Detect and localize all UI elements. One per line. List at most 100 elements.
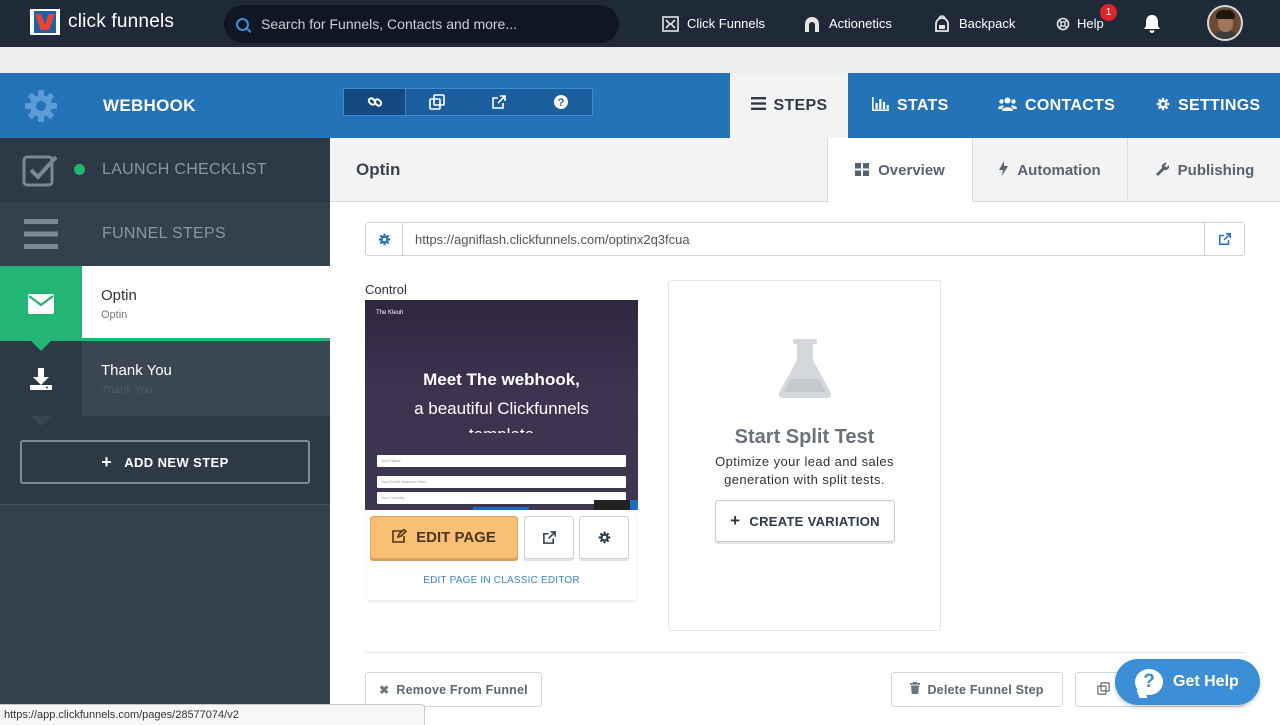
add-new-step-label: ADD NEW STEP: [124, 454, 229, 470]
tab-publishing[interactable]: Publishing: [1127, 138, 1280, 202]
remove-from-funnel-label: Remove From Funnel: [396, 682, 528, 697]
status-dot: [74, 164, 85, 175]
nav-help[interactable]: Help: [1054, 0, 1104, 47]
nav-backpack[interactable]: Backpack: [933, 0, 1015, 47]
tab-stats[interactable]: STATS: [872, 73, 949, 138]
page-settings-button[interactable]: [579, 516, 629, 559]
browser-status-url: https://app.clickfunnels.com/pages/28577…: [0, 704, 425, 725]
tab-overview[interactable]: Overview: [827, 138, 972, 203]
flask-icon: [777, 339, 833, 399]
tab-overview-label: Overview: [878, 162, 945, 179]
step-thank-you-subtitle: Thank You: [101, 384, 153, 396]
open-external-button[interactable]: [468, 89, 530, 115]
tab-steps-label: STEPS: [773, 96, 828, 114]
help-button[interactable]: ?: [530, 89, 592, 115]
preview-input-email: Your Email Address Here...: [377, 476, 626, 488]
tab-publishing-label: Publishing: [1177, 161, 1255, 179]
gear-icon: [598, 531, 610, 544]
envelope-icon: [0, 266, 82, 341]
edit-in-classic-editor-link[interactable]: EDIT PAGE IN CLASSIC EDITOR: [367, 575, 636, 586]
search-input[interactable]: [261, 16, 601, 32]
funnel-sidebar: LAUNCH CHECKLIST FUNNEL STEPS Optin Opti…: [0, 138, 330, 725]
clone-button[interactable]: [406, 89, 468, 115]
close-icon: ✖: [379, 682, 390, 697]
plus-icon: +: [101, 451, 113, 472]
svg-text:?: ?: [558, 97, 565, 109]
funnel-toolbar: ?: [343, 88, 593, 116]
step-thank-you[interactable]: Thank You Thank You: [0, 341, 330, 426]
preview-headline: Meet The webhook,: [423, 370, 580, 389]
tab-settings[interactable]: SETTINGS: [1156, 73, 1260, 138]
edit-icon: [392, 527, 408, 547]
nav-actionetics-label: Actionetics: [829, 16, 892, 31]
tab-automation[interactable]: Automation: [972, 138, 1127, 202]
funnel-title: WEBHOOK: [103, 95, 196, 115]
sidebar-funnel-steps[interactable]: FUNNEL STEPS: [0, 202, 330, 266]
help-notification-badge: 1: [1100, 4, 1117, 21]
top-navbar: click funnels Click Funnels Actionetics …: [0, 0, 1280, 47]
clickfunnels-icon: [661, 15, 679, 33]
active-step-pointer: [31, 341, 51, 351]
get-help-label: Get Help: [1173, 673, 1239, 690]
page-preview-thumbnail[interactable]: The Kleuh Meet The webhook, a beautiful …: [365, 300, 638, 510]
step-optin-subtitle: Optin: [101, 309, 128, 321]
gear-icon: [378, 233, 390, 245]
grid-icon: [855, 162, 870, 179]
external-link-icon: [492, 95, 506, 109]
external-link-icon: [542, 531, 556, 544]
link-button[interactable]: [344, 89, 406, 115]
step-pointer: [31, 416, 51, 426]
nav-clickfunnels[interactable]: Click Funnels: [661, 0, 765, 47]
help-lifebuoy-icon: [1054, 15, 1072, 33]
nav-clickfunnels-label: Click Funnels: [687, 16, 766, 31]
split-test-description: Optimize your lead and sales generation …: [715, 454, 894, 487]
page-title: Optin: [356, 160, 401, 179]
users-icon: [998, 97, 1017, 115]
tab-steps[interactable]: STEPS: [730, 73, 848, 138]
gear-icon: [1156, 97, 1170, 115]
preview-input-name: Your Name: [377, 455, 626, 467]
tab-stats-label: STATS: [897, 96, 949, 114]
url-settings-button[interactable]: [366, 223, 403, 255]
get-help-widget[interactable]: ? Get Help: [1115, 659, 1260, 705]
delete-funnel-step-button[interactable]: Delete Funnel Step: [891, 672, 1063, 707]
logo-text: click funnels: [68, 11, 175, 32]
nav-help-label: Help: [1077, 16, 1104, 31]
step-optin[interactable]: Optin Optin: [0, 266, 330, 351]
nav-backpack-label: Backpack: [959, 16, 1016, 31]
plus-icon: +: [730, 511, 741, 530]
clickfunnels-logo[interactable]: click funnels: [28, 7, 174, 37]
add-new-step-button[interactable]: + ADD NEW STEP: [20, 440, 310, 484]
control-label: Control: [365, 282, 407, 297]
user-avatar[interactable]: [1207, 5, 1243, 41]
sidebar-launch-checklist[interactable]: LAUNCH CHECKLIST: [0, 138, 330, 202]
wrench-icon: [1154, 161, 1169, 179]
copy-icon: [429, 94, 445, 110]
tab-contacts-label: CONTACTS: [1025, 96, 1116, 114]
step-thank-you-name: Thank You: [101, 362, 172, 379]
bar-chart-icon: [872, 96, 889, 115]
preview-brand: The Kleuh: [376, 310, 404, 316]
funnel-settings-gear[interactable]: [0, 73, 82, 138]
external-link-icon: [1218, 232, 1231, 246]
sidebar-funnel-steps-label: FUNNEL STEPS: [102, 225, 226, 242]
nav-actionetics[interactable]: Actionetics: [803, 0, 892, 47]
page-url-bar: [365, 222, 1245, 256]
create-variation-button[interactable]: + CREATE VARIATION: [715, 500, 895, 542]
gear-icon: [25, 89, 57, 122]
step-optin-name: Optin: [101, 287, 137, 304]
global-search[interactable]: [224, 5, 619, 43]
list-icon: [750, 97, 766, 114]
copy-icon: [1097, 681, 1110, 698]
preview-footer-badge: [594, 500, 638, 510]
preview-page-button[interactable]: [524, 516, 574, 559]
edit-page-button[interactable]: EDIT PAGE: [370, 516, 518, 559]
remove-from-funnel-button[interactable]: ✖ Remove From Funnel: [365, 672, 542, 707]
question-circle-icon: ?: [554, 95, 568, 109]
trash-icon: [910, 682, 921, 697]
open-url-button[interactable]: [1204, 223, 1244, 255]
tab-contacts[interactable]: CONTACTS: [998, 73, 1115, 138]
delete-funnel-step-label: Delete Funnel Step: [927, 682, 1044, 697]
bell-icon[interactable]: [1143, 14, 1161, 34]
page-url-input[interactable]: [403, 223, 1204, 255]
